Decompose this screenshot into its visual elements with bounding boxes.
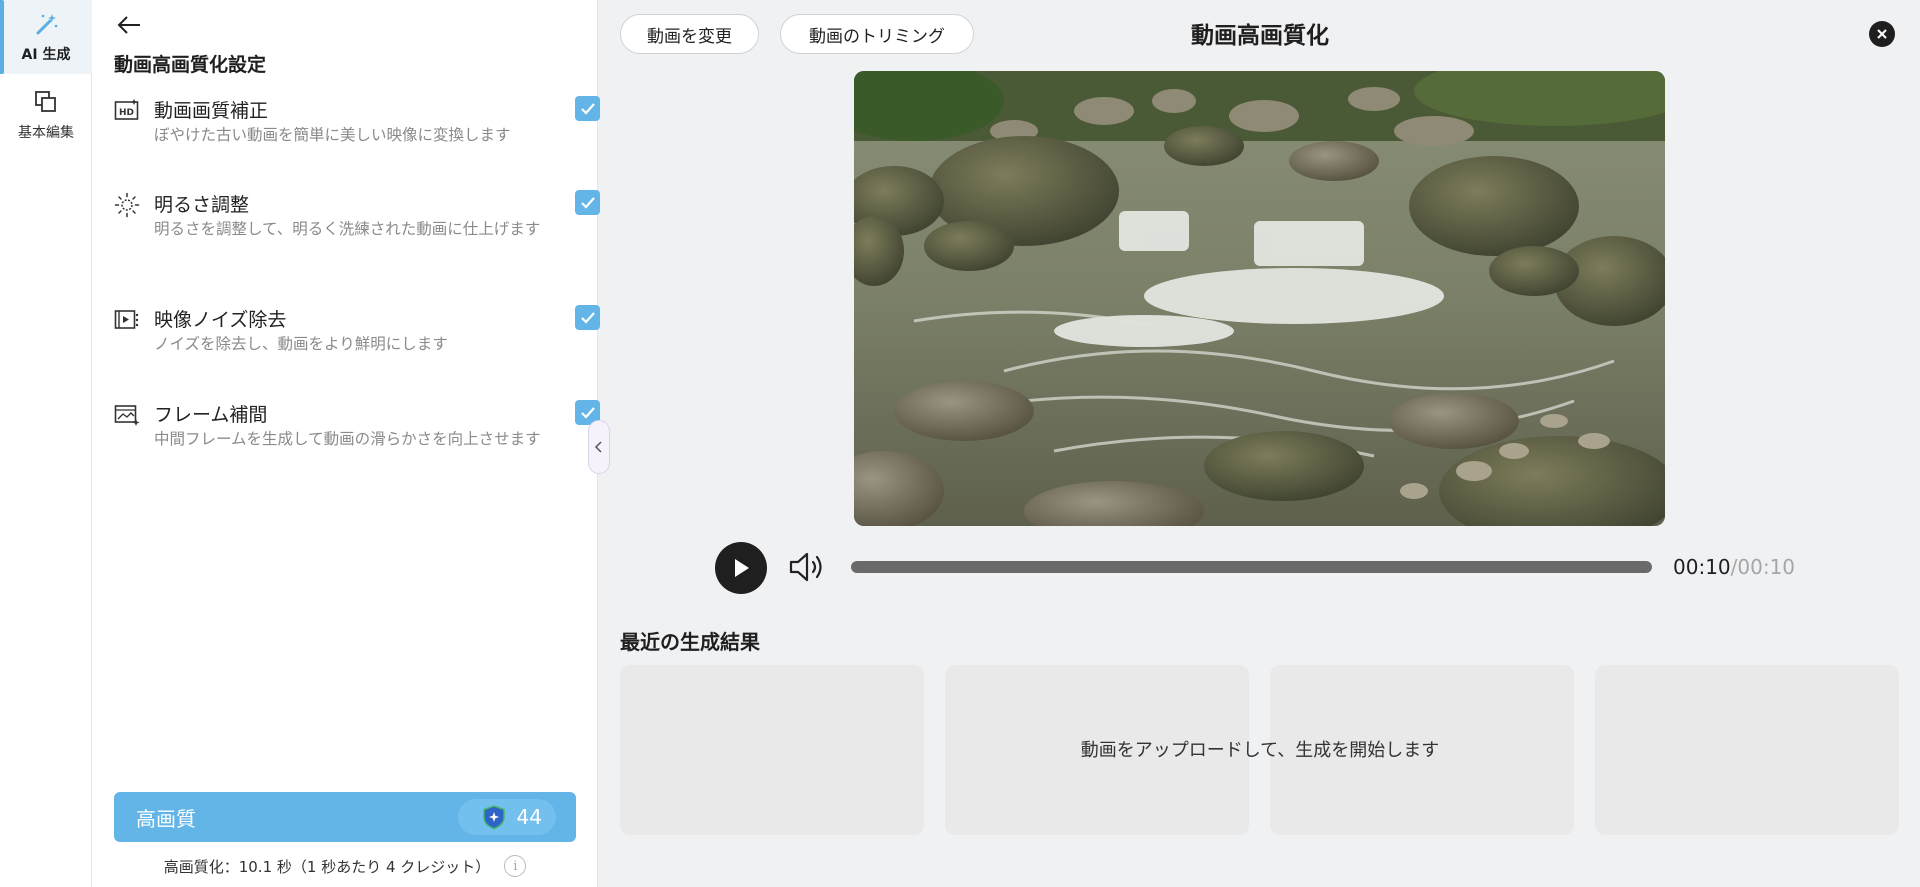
current-time: 00:10 xyxy=(1673,555,1731,579)
option-description: ぼやけた古い動画を簡単に美しい映像に変換します xyxy=(154,126,511,144)
checkmark-icon xyxy=(580,196,595,209)
option-description: 明るさを調整して、明るく洗練された動画に仕上げます xyxy=(154,220,541,238)
cost-note: 高画質化：10.1 秒（1 秒あたり 4 クレジット） i xyxy=(92,855,598,877)
option-description: 中間フレームを生成して動画の滑らかさを向上させます xyxy=(154,430,541,448)
option-title: フレーム補間 xyxy=(154,404,268,426)
left-rail: AI 生成 基本編集 xyxy=(0,0,92,887)
copy-icon xyxy=(35,91,56,112)
progress-bar[interactable] xyxy=(851,561,1652,573)
option-checkbox[interactable] xyxy=(575,190,600,215)
checkmark-icon xyxy=(580,311,595,324)
rail-item-basic-edit[interactable]: 基本編集 xyxy=(0,78,92,152)
play-icon xyxy=(735,559,749,577)
credit-count: 44 xyxy=(516,805,542,829)
arrow-left-icon xyxy=(117,16,140,34)
checkmark-icon xyxy=(580,406,595,419)
svg-text:HD: HD xyxy=(119,108,134,118)
video-frame-image xyxy=(854,71,1665,526)
magic-wand-icon xyxy=(36,14,58,35)
chevron-left-icon xyxy=(594,441,602,453)
enhance-button-label: 高画質 xyxy=(136,806,196,831)
checkmark-icon xyxy=(580,102,595,115)
collapse-panel-button[interactable] xyxy=(588,420,610,474)
close-icon xyxy=(1877,29,1887,39)
info-icon[interactable]: i xyxy=(504,855,527,877)
close-button[interactable] xyxy=(1869,21,1895,47)
rail-item-label: 基本編集 xyxy=(18,125,74,141)
rail-item-label: AI 生成 xyxy=(21,47,71,63)
option-title: 映像ノイズ除去 xyxy=(154,309,287,331)
settings-panel: 動画高画質化設定 HD 動画画質補正 ぼやけた古い動画を簡単に美しい映像に変換し… xyxy=(92,0,600,887)
video-preview[interactable] xyxy=(854,71,1665,526)
volume-button[interactable] xyxy=(788,550,828,584)
brightness-icon xyxy=(114,192,140,218)
play-button[interactable] xyxy=(715,542,767,594)
total-time: /00:10 xyxy=(1730,555,1796,579)
empty-results-message: 動画をアップロードして、生成を開始します xyxy=(1080,740,1440,761)
panel-title: 動画高画質化設定 xyxy=(114,54,267,76)
option-checkbox[interactable] xyxy=(575,96,600,121)
credit-shield-icon xyxy=(482,805,505,830)
cost-note-text: 高画質化：10.1 秒（1 秒あたり 4 クレジット） xyxy=(163,857,491,876)
rail-item-ai-generate[interactable]: AI 生成 xyxy=(0,0,92,74)
option-title: 動画画質補正 xyxy=(154,100,269,122)
frame-icon xyxy=(114,405,140,426)
trim-video-button[interactable]: 動画のトリミング xyxy=(780,14,974,54)
page-title: 動画高画質化 xyxy=(1191,23,1329,49)
back-button[interactable] xyxy=(112,10,146,40)
option-title: 明るさ調整 xyxy=(154,194,250,216)
credit-badge: 44 xyxy=(458,799,556,835)
recent-results-title: 最近の生成結果 xyxy=(620,630,760,654)
denoise-icon xyxy=(114,310,139,329)
enhance-button[interactable]: 高画質 44 xyxy=(114,792,576,842)
change-video-button[interactable]: 動画を変更 xyxy=(620,14,759,54)
time-display: 00:10/00:10 xyxy=(1673,555,1795,579)
speaker-icon xyxy=(789,552,822,582)
option-description: ノイズを除去し、動画をより鮮明にします xyxy=(154,335,448,353)
hd-icon: HD xyxy=(114,99,139,120)
option-checkbox[interactable] xyxy=(575,305,600,330)
